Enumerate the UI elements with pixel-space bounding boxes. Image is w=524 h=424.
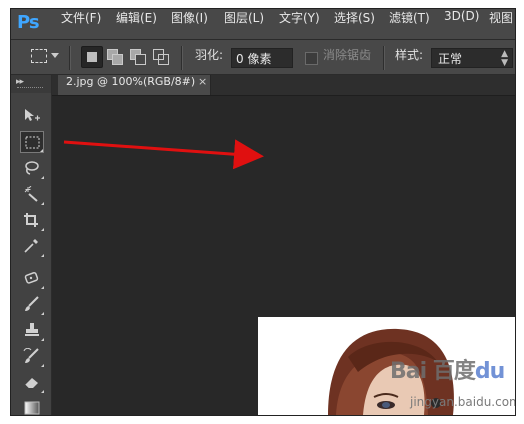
annotation-arrow bbox=[63, 139, 264, 170]
annotation-arrow-line bbox=[63, 139, 264, 170]
